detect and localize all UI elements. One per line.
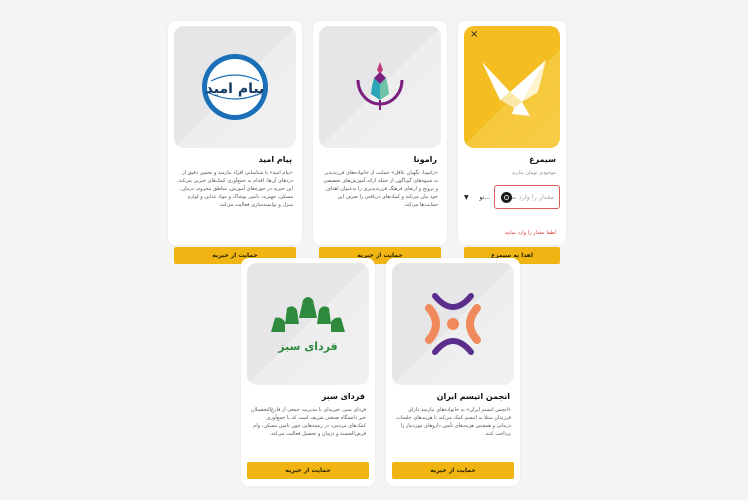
autism-logo <box>392 263 514 385</box>
logo-wordmark: پیام امید <box>206 81 265 97</box>
autism-emblem <box>425 293 481 355</box>
simorgh-logo: × <box>464 26 560 148</box>
card-title: سیمرغ <box>529 155 556 164</box>
card-description: «انجمن اتیسم ایران» به خانواده‌های نیازم… <box>396 407 511 437</box>
support-charity-button[interactable]: حمایت از خیریه <box>392 462 514 479</box>
charity-card-payam-omid: پیام امید پیام امید «پیام امید» با شناسا… <box>168 21 302 264</box>
card-title: فردای سبز <box>321 392 365 401</box>
support-charity-button[interactable]: حمایت از خیریه <box>247 462 369 479</box>
payam-omid-emblem: پیام امید <box>202 54 268 120</box>
fardaye-sabz-emblem: فردای سبز <box>271 297 345 353</box>
card-title: انجمن اتیسم ایران <box>436 392 510 401</box>
card-title: رامونا <box>413 155 437 164</box>
card-description: «پیام امید» با شناسایی افراد نیازمند و ت… <box>177 170 293 208</box>
coin-icon <box>500 191 512 203</box>
currency-select[interactable]: ▼ تو... <box>464 187 512 207</box>
card-title: پیام امید <box>258 155 292 164</box>
card-description: «رامونا، نگهبان عاقل» حمایت از خانواده‌ه… <box>323 170 438 208</box>
wheat-logo-icon <box>356 62 404 110</box>
close-icon[interactable]: × <box>470 30 478 40</box>
charity-card-fardaye-sabz: فردای سبز فردای سبز فردای سبز، خیریه‌ای … <box>241 258 375 486</box>
bird-icon <box>482 60 546 116</box>
card-description: فردای سبز، خیریه‌ای با مدیریت جمعی از فا… <box>250 407 366 437</box>
charity-card-simorgh: × سیمرغ موجودی تومان ندارید ▼ تو... لطفا… <box>458 21 566 264</box>
chevron-down-icon: ▼ <box>464 193 469 201</box>
error-message: لطفا مقدار را وارد نمایید <box>504 230 556 236</box>
charity-card-autism: انجمن اتیسم ایران «انجمن اتیسم ایران» به… <box>386 258 520 486</box>
fardaye-sabz-logo: فردای سبز <box>247 263 369 385</box>
ramona-logo <box>319 26 441 148</box>
balance-note: موجودی تومان ندارید <box>512 170 556 176</box>
charity-card-ramona: رامونا «رامونا، نگهبان عاقل» حمایت از خا… <box>313 21 447 264</box>
currency-label: تو... <box>479 193 491 201</box>
logo-wordmark: فردای سبز <box>277 340 338 353</box>
payam-omid-logo: پیام امید <box>174 26 296 148</box>
